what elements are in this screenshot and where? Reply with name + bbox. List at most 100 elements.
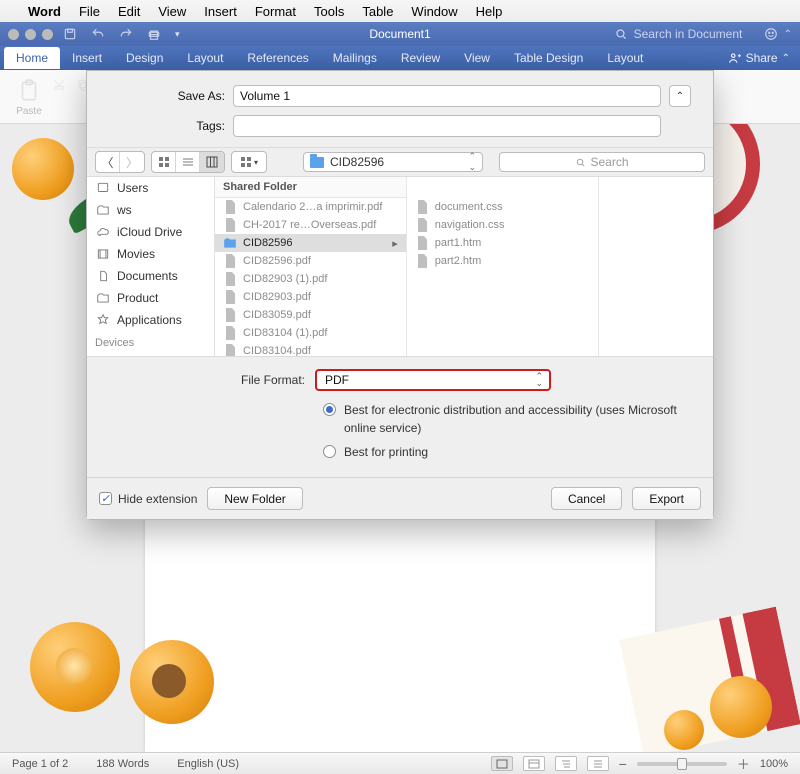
feedback-icon[interactable] <box>764 27 778 41</box>
menu-file[interactable]: File <box>79 4 100 19</box>
file-format-dropdown[interactable]: PDF ⌃⌄ <box>315 369 551 391</box>
redo-icon[interactable] <box>119 27 133 41</box>
group-by-button[interactable]: ▾ <box>232 152 266 172</box>
file-row[interactable]: part1.htm <box>407 234 598 252</box>
menu-view[interactable]: View <box>158 4 186 19</box>
app-menu[interactable]: Word <box>28 4 61 19</box>
menu-table[interactable]: Table <box>362 4 393 19</box>
nav-forward-button[interactable]: 〉 <box>120 152 144 172</box>
tab-insert[interactable]: Insert <box>60 46 114 70</box>
view-draft-icon[interactable] <box>587 756 609 771</box>
menu-window[interactable]: Window <box>411 4 457 19</box>
cut-icon[interactable] <box>52 78 66 92</box>
save-as-input[interactable] <box>233 85 661 107</box>
zoom-slider[interactable] <box>637 762 727 766</box>
file-icon <box>223 272 237 286</box>
menu-insert[interactable]: Insert <box>204 4 237 19</box>
print-icon[interactable] <box>147 27 161 41</box>
zoom-value[interactable]: 100% <box>760 758 788 770</box>
tab-view[interactable]: View <box>452 46 502 70</box>
file-row[interactable]: part2.htm <box>407 252 598 270</box>
save-icon[interactable] <box>63 27 77 41</box>
chevron-up-icon: ⌃ <box>676 91 684 102</box>
view-columns-button[interactable] <box>200 152 224 172</box>
save-dialog: Save As: ⌃ Tags: 〈 〉 ▾ CID82596 ⌃⌄ Searc… <box>86 70 714 520</box>
radio-electronic-distribution[interactable]: Best for electronic distribution and acc… <box>323 401 695 437</box>
share-icon <box>728 51 742 65</box>
nav-back-button[interactable]: 〈 <box>96 152 120 172</box>
status-page[interactable]: Page 1 of 2 <box>12 758 68 770</box>
titlebar-search[interactable] <box>614 27 754 41</box>
tab-table-layout[interactable]: Layout <box>595 46 655 70</box>
file-name: Calendario 2…a imprimir.pdf <box>243 201 382 213</box>
file-format-label: File Format: <box>105 373 305 387</box>
new-folder-button[interactable]: New Folder <box>207 487 302 510</box>
status-words[interactable]: 188 Words <box>96 758 149 770</box>
view-icons-button[interactable] <box>152 152 176 172</box>
export-button[interactable]: Export <box>632 487 701 510</box>
dialog-search-placeholder: Search <box>590 155 628 169</box>
tab-table-design[interactable]: Table Design <box>502 46 595 70</box>
zoom-in-button[interactable]: ＋ <box>737 754 750 773</box>
search-icon <box>614 27 628 41</box>
tab-design[interactable]: Design <box>114 46 175 70</box>
paste-button[interactable]: Paste <box>8 76 50 117</box>
collapse-ribbon-icon[interactable]: ⌃ <box>784 29 792 40</box>
tab-layout[interactable]: Layout <box>175 46 235 70</box>
view-print-layout-icon[interactable] <box>491 756 513 771</box>
file-row[interactable]: navigation.css <box>407 216 598 234</box>
chevron-right-icon: ▸ <box>392 237 398 250</box>
browser-column-3 <box>599 177 713 356</box>
file-row[interactable]: CID83104.pdf <box>215 342 406 356</box>
hide-extension-checkbox[interactable]: ✓Hide extension <box>99 492 197 506</box>
file-icon <box>223 254 237 268</box>
sidebar-item-movies[interactable]: Movies <box>87 243 214 265</box>
menu-help[interactable]: Help <box>476 4 503 19</box>
radio-best-for-printing[interactable]: Best for printing <box>323 443 695 461</box>
file-row[interactable]: CH-2017 re…Overseas.pdf <box>215 216 406 234</box>
file-icon <box>223 200 237 214</box>
window-titlebar: ▾ Document1 ⌃ <box>0 22 800 46</box>
tags-input[interactable] <box>233 115 661 137</box>
window-controls[interactable] <box>8 29 53 40</box>
tab-home[interactable]: Home <box>4 47 60 69</box>
share-button[interactable]: Share⌃ <box>728 51 800 65</box>
location-dropdown[interactable]: CID82596 ⌃⌄ <box>303 152 483 172</box>
status-lang[interactable]: English (US) <box>177 758 239 770</box>
view-list-button[interactable] <box>176 152 200 172</box>
zoom-out-button[interactable]: − <box>619 756 627 772</box>
file-icon <box>223 308 237 322</box>
sidebar-item-users[interactable]: Users <box>87 177 214 199</box>
sidebar-item-product[interactable]: Product <box>87 287 214 309</box>
menu-format[interactable]: Format <box>255 4 296 19</box>
cancel-button[interactable]: Cancel <box>551 487 622 510</box>
view-outline-icon[interactable] <box>555 756 577 771</box>
column-header: Shared Folder <box>215 177 406 198</box>
file-row[interactable]: document.css <box>407 198 598 216</box>
qat-more-icon[interactable]: ▾ <box>175 29 180 40</box>
file-row[interactable]: CID82596.pdf <box>215 252 406 270</box>
file-row[interactable]: CID82903 (1).pdf <box>215 270 406 288</box>
sidebar-item-icloud[interactable]: iCloud Drive <box>87 221 214 243</box>
sidebar-item-documents[interactable]: Documents <box>87 265 214 287</box>
tab-review[interactable]: Review <box>389 46 452 70</box>
menu-edit[interactable]: Edit <box>118 4 140 19</box>
file-row[interactable]: CID82596▸ <box>215 234 406 252</box>
file-row[interactable]: CID83104 (1).pdf <box>215 324 406 342</box>
tab-mailings[interactable]: Mailings <box>321 46 389 70</box>
sidebar-item-remote-disc[interactable]: Remote Disc <box>87 351 214 356</box>
sidebar-item-ws[interactable]: ws <box>87 199 214 221</box>
tab-references[interactable]: References <box>235 46 320 70</box>
file-row[interactable]: Calendario 2…a imprimir.pdf <box>215 198 406 216</box>
sidebar-item-applications[interactable]: Applications <box>87 309 214 331</box>
dialog-search[interactable]: Search <box>499 152 705 172</box>
titlebar-search-input[interactable] <box>634 27 754 41</box>
file-name: part1.htm <box>435 237 481 249</box>
view-web-layout-icon[interactable] <box>523 756 545 771</box>
file-row[interactable]: CID83059.pdf <box>215 306 406 324</box>
undo-icon[interactable] <box>91 27 105 41</box>
macos-menubar: Word File Edit View Insert Format Tools … <box>0 0 800 22</box>
file-row[interactable]: CID82903.pdf <box>215 288 406 306</box>
menu-tools[interactable]: Tools <box>314 4 344 19</box>
collapse-dialog-button[interactable]: ⌃ <box>669 85 691 107</box>
